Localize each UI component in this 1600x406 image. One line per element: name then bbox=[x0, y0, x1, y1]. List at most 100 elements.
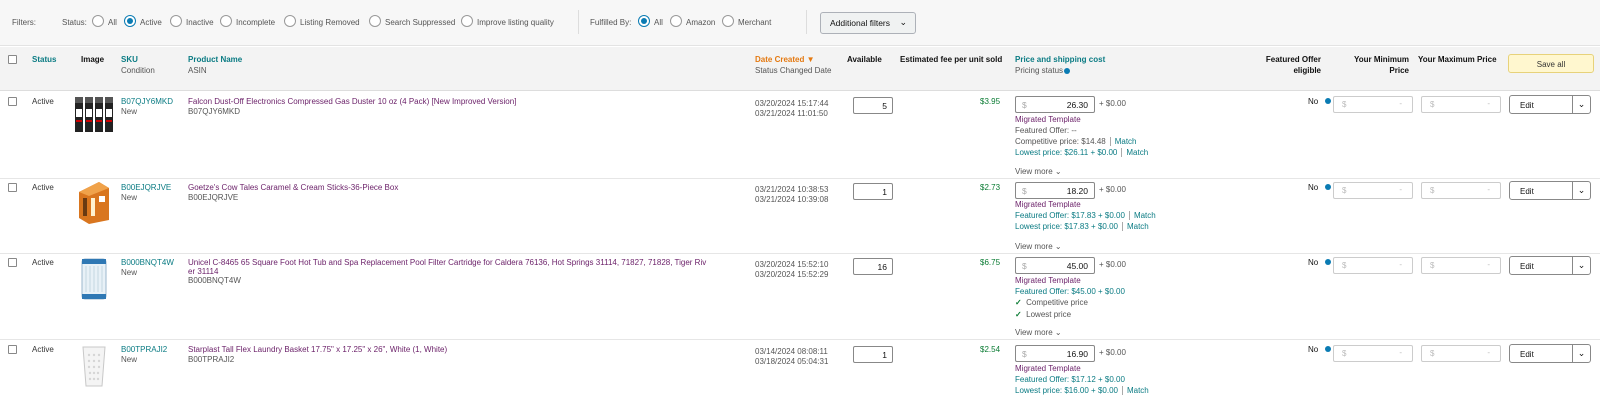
status-active-label[interactable]: Active bbox=[140, 18, 162, 27]
col-status-header[interactable]: Status bbox=[32, 55, 56, 64]
date-created: 03/20/2024 15:17:44 bbox=[755, 99, 829, 108]
col-available-header[interactable]: Available bbox=[847, 55, 882, 64]
sku-link[interactable]: B07QJY6MKD bbox=[121, 97, 173, 106]
fulfilled-amazon-label[interactable]: Amazon bbox=[686, 18, 715, 27]
chevron-down-icon[interactable]: ⌄ bbox=[1572, 96, 1590, 113]
row-checkbox[interactable] bbox=[8, 183, 17, 192]
col-status-changed-subheader: Status Changed Date bbox=[755, 66, 832, 75]
chevron-down-icon[interactable]: ⌄ bbox=[1572, 257, 1590, 274]
view-more-link[interactable]: View more ⌄ bbox=[1015, 242, 1062, 251]
fulfilled-all-label[interactable]: All bbox=[654, 18, 663, 27]
price-input[interactable]: $26.30 bbox=[1015, 96, 1095, 113]
sku-link[interactable]: B000BNQT4W bbox=[121, 258, 174, 267]
fulfilled-amazon-radio[interactable] bbox=[670, 15, 682, 27]
col-sku-header[interactable]: SKU bbox=[121, 55, 138, 64]
save-all-button[interactable]: Save all bbox=[1508, 54, 1594, 73]
info-icon[interactable] bbox=[1064, 67, 1071, 74]
info-icon[interactable] bbox=[1325, 259, 1331, 265]
product-name-link[interactable]: Starplast Tall Flex Laundry Basket 17.75… bbox=[188, 345, 447, 354]
match-button[interactable]: Match bbox=[1127, 386, 1149, 395]
status-active-radio[interactable] bbox=[124, 15, 136, 27]
match-button[interactable]: Match bbox=[1126, 148, 1148, 157]
info-icon[interactable] bbox=[1325, 346, 1331, 352]
checkmark-icon: ✓ bbox=[1015, 310, 1022, 319]
available-quantity-input[interactable]: 5 bbox=[853, 97, 893, 114]
max-price-input[interactable]: $ - bbox=[1421, 182, 1501, 199]
asin: B00EJQRJVE bbox=[188, 193, 239, 202]
info-icon[interactable] bbox=[1325, 98, 1331, 104]
fulfilled-merchant-radio[interactable] bbox=[722, 15, 734, 27]
price-input[interactable]: $16.90 bbox=[1015, 345, 1095, 362]
chevron-down-icon[interactable]: ⌄ bbox=[1572, 345, 1590, 362]
product-image[interactable] bbox=[74, 94, 114, 134]
chevron-down-icon: ⌄ bbox=[1054, 167, 1062, 176]
status-improve-listing-radio[interactable] bbox=[461, 15, 473, 27]
featured-offer-eligible: No bbox=[1308, 258, 1319, 267]
condition: New bbox=[121, 355, 138, 364]
row-checkbox[interactable] bbox=[8, 345, 17, 354]
condition: New bbox=[121, 268, 138, 277]
view-more-link[interactable]: View more ⌄ bbox=[1015, 328, 1062, 337]
product-name-link[interactable]: Unicel C-8465 65 Square Foot Hot Tub and… bbox=[188, 258, 706, 267]
match-button[interactable]: Match bbox=[1115, 137, 1137, 146]
status-inactive-radio[interactable] bbox=[170, 15, 182, 27]
max-price-input[interactable]: $ - bbox=[1421, 345, 1501, 362]
row-checkbox[interactable] bbox=[8, 258, 17, 267]
view-more-link[interactable]: View more ⌄ bbox=[1015, 167, 1062, 176]
status-listing-removed-label[interactable]: Listing Removed bbox=[300, 18, 360, 27]
fulfilled-merchant-label[interactable]: Merchant bbox=[738, 18, 771, 27]
col-date-created-header[interactable]: Date Created ▼ bbox=[755, 55, 815, 64]
min-price-input[interactable]: $ - bbox=[1333, 182, 1413, 199]
product-name-link[interactable]: Goetze's Cow Tales Caramel & Cream Stick… bbox=[188, 183, 398, 192]
min-price-input[interactable]: $ - bbox=[1333, 345, 1413, 362]
status-listing-removed-radio[interactable] bbox=[284, 15, 296, 27]
fulfilled-by-label: Fulfilled By: bbox=[590, 18, 632, 27]
max-price-input[interactable]: $ - bbox=[1421, 257, 1501, 274]
additional-filters-button[interactable]: Additional filters ⌄ bbox=[820, 12, 916, 34]
price-input[interactable]: $45.00 bbox=[1015, 257, 1095, 274]
col-product-name-header[interactable]: Product Name bbox=[188, 55, 242, 64]
product-image[interactable] bbox=[80, 256, 108, 302]
max-price-input[interactable]: $ - bbox=[1421, 96, 1501, 113]
status-changed-date: 03/20/2024 15:52:29 bbox=[755, 270, 829, 279]
chevron-down-icon[interactable]: ⌄ bbox=[1572, 182, 1590, 199]
asin: B07QJY6MKD bbox=[188, 107, 241, 116]
col-price-header[interactable]: Price and shipping cost bbox=[1015, 55, 1105, 64]
status-incomplete-label[interactable]: Incomplete bbox=[236, 18, 275, 27]
product-name-link[interactable]: Falcon Dust-Off Electronics Compressed G… bbox=[188, 97, 516, 106]
status-incomplete-radio[interactable] bbox=[220, 15, 232, 27]
status-search-suppressed-radio[interactable] bbox=[369, 15, 381, 27]
checkmark-icon: ✓ bbox=[1015, 298, 1022, 307]
row-checkbox[interactable] bbox=[8, 97, 17, 106]
price-input[interactable]: $18.20 bbox=[1015, 182, 1095, 199]
status-all-label[interactable]: All bbox=[108, 18, 117, 27]
available-quantity-input[interactable]: 1 bbox=[853, 183, 893, 200]
available-quantity-input[interactable]: 16 bbox=[853, 258, 893, 275]
product-image[interactable] bbox=[77, 180, 111, 226]
featured-offer-eligible: No bbox=[1308, 97, 1319, 106]
min-price-input[interactable]: $ - bbox=[1333, 96, 1413, 113]
pricing-template: Migrated Template bbox=[1015, 364, 1081, 373]
edit-button[interactable]: Edit ⌄ bbox=[1509, 95, 1591, 114]
info-icon[interactable] bbox=[1325, 184, 1331, 190]
status-search-suppressed-label[interactable]: Search Suppressed bbox=[385, 18, 455, 27]
edit-button[interactable]: Edit ⌄ bbox=[1509, 256, 1591, 275]
pricing-template: Migrated Template bbox=[1015, 276, 1081, 285]
select-all-checkbox[interactable] bbox=[8, 55, 17, 64]
col-asin-subheader: ASIN bbox=[188, 66, 207, 75]
date-created: 03/21/2024 10:38:53 bbox=[755, 185, 829, 194]
fulfilled-all-radio[interactable] bbox=[638, 15, 650, 27]
status-improve-listing-label[interactable]: Improve listing quality bbox=[477, 18, 554, 27]
edit-button[interactable]: Edit ⌄ bbox=[1509, 181, 1591, 200]
status-all-radio[interactable] bbox=[92, 15, 104, 27]
available-quantity-input[interactable]: 1 bbox=[853, 346, 893, 363]
match-button[interactable]: Match bbox=[1134, 211, 1156, 220]
edit-button[interactable]: Edit ⌄ bbox=[1509, 344, 1591, 363]
product-image[interactable] bbox=[80, 343, 108, 389]
sku-link[interactable]: B00EJQRJVE bbox=[121, 183, 171, 192]
product-name-link-wrap[interactable]: er 31114 bbox=[188, 267, 218, 276]
sku-link[interactable]: B00TPRAJI2 bbox=[121, 345, 167, 354]
match-button[interactable]: Match bbox=[1127, 222, 1149, 231]
min-price-input[interactable]: $ - bbox=[1333, 257, 1413, 274]
status-inactive-label[interactable]: Inactive bbox=[186, 18, 214, 27]
